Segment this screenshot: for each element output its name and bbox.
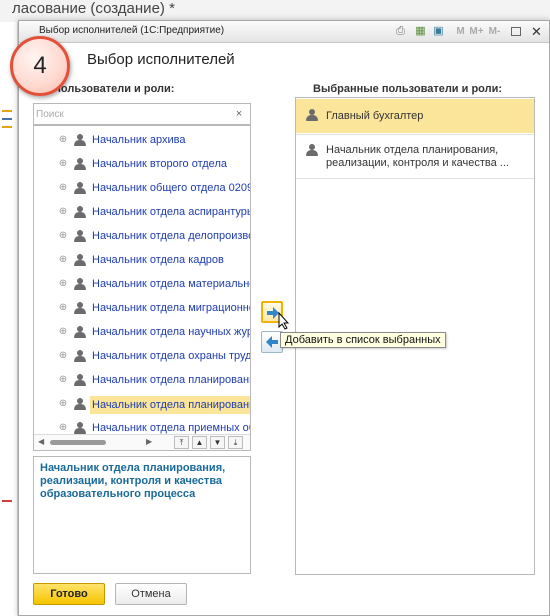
tree-item-label: Начальник отдела планировани	[92, 374, 251, 386]
tree-item-label: Начальник отдела миграционно	[92, 302, 251, 314]
tree-item[interactable]: ⊕ Начальник отдела кадров	[34, 250, 250, 272]
tree-item-label: Начальник отдела делопроизво	[92, 230, 251, 242]
arrow-left-icon	[266, 336, 278, 348]
expand-icon[interactable]: ⊕	[58, 399, 68, 409]
tree-item-label: Начальник отдела планировани	[90, 396, 250, 414]
expand-icon[interactable]: ⊕	[58, 159, 68, 169]
selected-item[interactable]: Главный бухгалтер	[296, 99, 534, 133]
tree-item[interactable]: ⊕ Начальник общего отдела 0209	[34, 178, 250, 200]
move-top-button[interactable]: ⤒	[174, 436, 189, 449]
title-bar: Выбор исполнителей (1С:Предприятие) ⎙ ▦ …	[19, 21, 549, 43]
scroll-thumb[interactable]	[50, 440, 106, 445]
parent-marker	[2, 126, 12, 128]
memory-plus-icon[interactable]: M+	[469, 24, 484, 39]
tree-item[interactable]: ⊕ Начальник отдела делопроизво	[34, 226, 250, 248]
user-icon	[74, 374, 86, 387]
user-icon	[74, 230, 86, 243]
user-icon	[74, 278, 86, 291]
expand-icon[interactable]: ⊕	[58, 255, 68, 265]
selected-item[interactable]: Начальник отдела планирования, реализаци…	[296, 135, 534, 177]
expand-icon[interactable]: ⊕	[58, 183, 68, 193]
tree-item-label: Начальник отдела научных жур	[92, 326, 251, 338]
user-icon	[74, 254, 86, 267]
tree-item-label: Начальник отдела кадров	[92, 254, 224, 266]
tree-item[interactable]: ⊕ Начальник отдела миграционно	[34, 298, 250, 320]
divider	[296, 178, 534, 179]
user-icon	[74, 182, 86, 195]
tree-item[interactable]: ⊕ Начальник отдела планировани	[34, 370, 250, 392]
mouse-cursor-icon	[278, 312, 290, 330]
selected-users-label: Выбранные пользователи и роли:	[313, 83, 503, 95]
horizontal-scrollbar[interactable]: ◀ ▶	[36, 437, 156, 447]
selected-item-label: Начальник отдела планирования, реализаци…	[326, 144, 509, 169]
calendar-icon[interactable]: ▣	[431, 24, 446, 39]
expand-icon[interactable]: ⊕	[58, 351, 68, 361]
tree-item[interactable]: ⊕ Начальник отдела аспирантуры	[34, 202, 250, 224]
tree-item-label: Начальник отдела аспирантуры	[92, 206, 251, 218]
selected-item-label: Главный бухгалтер	[326, 110, 424, 122]
step-number: 4	[33, 52, 47, 79]
maximize-icon[interactable]	[511, 27, 521, 36]
expand-icon[interactable]: ⊕	[58, 231, 68, 241]
description-text: Начальник отдела планирования, реализаци…	[40, 462, 226, 500]
expand-icon[interactable]: ⊕	[58, 279, 68, 289]
done-button[interactable]: Готово	[33, 583, 105, 605]
user-icon	[74, 134, 86, 147]
user-icon	[74, 302, 86, 315]
parent-marker	[2, 118, 12, 120]
calculator-icon[interactable]: ▦	[413, 24, 428, 39]
move-bottom-button[interactable]: ⤓	[228, 436, 243, 449]
clear-search-icon[interactable]: ×	[232, 107, 246, 121]
tree-item[interactable]: ⊕ Начальник второго отдела	[34, 154, 250, 176]
scroll-left-icon[interactable]: ◀	[38, 437, 44, 446]
expand-icon[interactable]: ⊕	[58, 135, 68, 145]
user-icon	[74, 398, 86, 411]
parent-window-edge	[0, 22, 18, 616]
tree-item[interactable]: ⊕ Начальник отдела планировани	[34, 394, 250, 416]
parent-marker	[2, 110, 12, 112]
tree-item[interactable]: ⊕ Начальник отдела научных жур	[34, 322, 250, 344]
tree-item-label: Начальник общего отдела 0209	[92, 182, 251, 194]
user-icon	[74, 158, 86, 171]
move-down-button[interactable]: ▼	[210, 436, 225, 449]
tree-scrollbar-area: ◀ ▶ ⤒ ▲ ▼ ⤓	[34, 434, 250, 450]
expand-icon[interactable]: ⊕	[58, 207, 68, 217]
search-field[interactable]: ×	[33, 103, 251, 125]
tree-item[interactable]: ⊕ Начальник отдела охраны труда	[34, 346, 250, 368]
expand-icon[interactable]: ⊕	[58, 423, 68, 433]
user-icon	[74, 206, 86, 219]
dialog-heading: Выбор исполнителей	[87, 51, 235, 68]
tree-item-label: Начальник архива	[92, 134, 186, 146]
tree-item-label: Начальник второго отдела	[92, 158, 227, 170]
step-badge: 4	[10, 36, 70, 96]
tree-item-label: Начальник отдела охраны труда	[92, 350, 251, 362]
user-icon	[74, 326, 86, 339]
scroll-right-icon[interactable]: ▶	[146, 437, 152, 446]
tree-item[interactable]: ⊕ Начальник отдела материально	[34, 274, 250, 296]
search-input[interactable]	[36, 106, 226, 122]
users-and-roles-label: Пользователи и роли:	[53, 83, 175, 95]
expand-icon[interactable]: ⊕	[58, 303, 68, 313]
tooltip: Добавить в список выбранных	[280, 332, 446, 348]
close-icon[interactable]: ✕	[529, 24, 544, 39]
expand-icon[interactable]: ⊕	[58, 375, 68, 385]
parent-window-title: ласование (создание) *	[12, 0, 175, 17]
users-tree[interactable]: ⊕ Начальник архива ⊕ Начальник второго отде…	[33, 125, 251, 451]
item-description: Начальник отдела планирования, реализаци…	[33, 456, 251, 574]
print-icon[interactable]: ⎙	[393, 24, 408, 39]
memory-icon[interactable]: M	[453, 24, 468, 39]
move-up-button[interactable]: ▲	[192, 436, 207, 449]
screen: ласование (создание) * Выбор исполнителе…	[0, 0, 550, 616]
user-icon	[306, 144, 318, 157]
cancel-button[interactable]: Отмена	[115, 583, 187, 605]
tree-item-label: Начальник отдела материально	[92, 278, 251, 290]
parent-marker	[2, 500, 12, 502]
user-icon	[74, 350, 86, 363]
memory-minus-icon[interactable]: M-	[487, 24, 502, 39]
expand-icon[interactable]: ⊕	[58, 327, 68, 337]
user-icon	[306, 109, 318, 122]
tree-item-label: Начальник отдела приемных об	[92, 422, 251, 434]
window-title: Выбор исполнителей (1С:Предприятие)	[39, 25, 225, 36]
tree-item[interactable]: ⊕ Начальник архива	[34, 130, 250, 152]
